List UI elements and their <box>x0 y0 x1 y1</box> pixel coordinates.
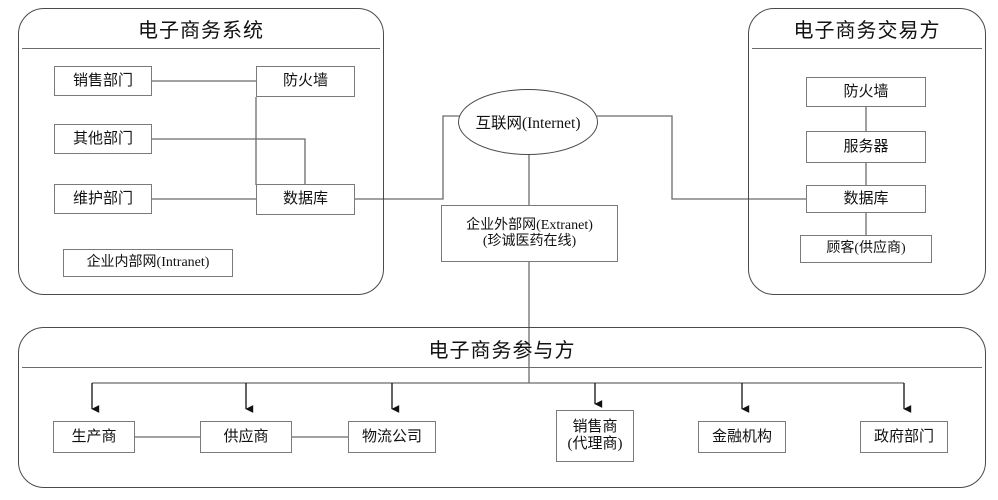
node-internet[interactable]: 互联网(Internet) <box>458 89 598 155</box>
node-partner-server[interactable]: 服务器 <box>806 131 926 163</box>
panel-ec-partner-title: 电子商务交易方 <box>793 20 941 42</box>
node-partner-database[interactable]: 数据库 <box>806 185 926 213</box>
panel-ec-partner-divider <box>752 48 982 49</box>
node-supplier[interactable]: 供应商 <box>200 421 292 453</box>
panel-ec-participants-title: 电子商务参与方 <box>428 340 576 362</box>
node-partner-customer[interactable]: 顾客(供应商) <box>800 235 932 263</box>
panel-ec-participants-divider <box>22 367 982 368</box>
node-producer[interactable]: 生产商 <box>53 421 135 453</box>
node-other-department[interactable]: 其他部门 <box>54 124 152 154</box>
node-system-database[interactable]: 数据库 <box>256 184 355 215</box>
panel-ec-system-title: 电子商务系统 <box>138 20 264 42</box>
node-logistics-company[interactable]: 物流公司 <box>348 421 436 453</box>
node-financial-institution[interactable]: 金融机构 <box>698 421 786 453</box>
panel-ec-system-divider <box>22 48 380 49</box>
node-dealer-agent[interactable]: 销售商 (代理商) <box>556 410 634 462</box>
node-sales-department[interactable]: 销售部门 <box>54 66 152 96</box>
node-system-firewall[interactable]: 防火墙 <box>256 66 355 97</box>
diagram-canvas: 电子商务系统 销售部门 其他部门 维护部门 防火墙 数据库 企业内部网(Intr… <box>0 0 998 500</box>
node-government-department[interactable]: 政府部门 <box>860 421 948 453</box>
node-partner-firewall[interactable]: 防火墙 <box>806 77 926 107</box>
node-intranet[interactable]: 企业内部网(Intranet) <box>63 249 233 277</box>
node-maintenance-department[interactable]: 维护部门 <box>54 184 152 214</box>
node-extranet[interactable]: 企业外部网(Extranet) (珍诚医药在线) <box>441 205 618 262</box>
